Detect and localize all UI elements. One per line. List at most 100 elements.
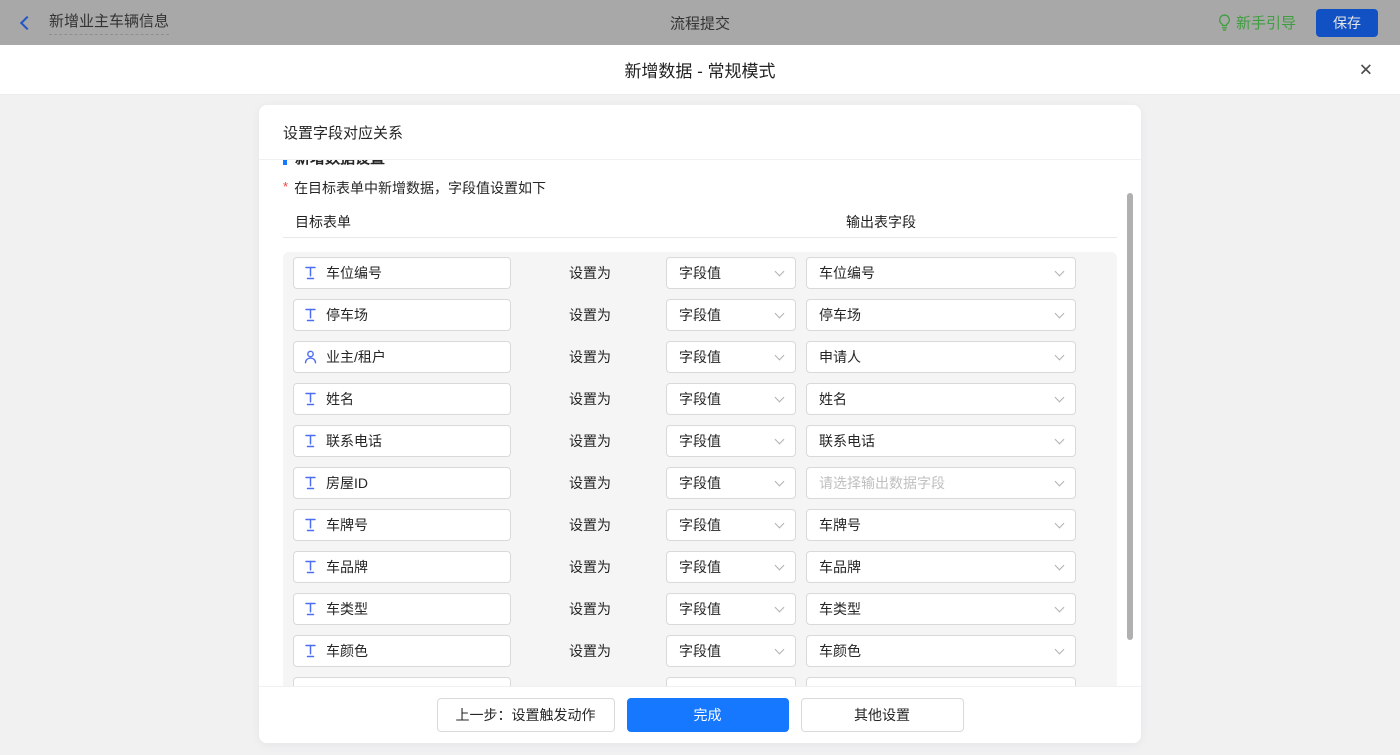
- output-field-value: 车品牌: [819, 557, 861, 577]
- field-mapping-row: 车位编号 设置为 字段值 车位编号: [293, 252, 1117, 294]
- value-type-value: 字段值: [679, 305, 721, 325]
- instruction-text: *在目标表单中新增数据，字段值设置如下: [283, 178, 1117, 198]
- done-button[interactable]: 完成: [627, 698, 789, 732]
- target-field-input[interactable]: 车位编号: [293, 257, 511, 289]
- set-as-label: 设置为: [569, 641, 613, 661]
- person-icon: [304, 350, 317, 364]
- panel-scroll-area: 新增数据设置 *在目标表单中新增数据，字段值设置如下 目标表单 输出表字段 车位…: [259, 160, 1141, 686]
- chevron-down-icon: [775, 644, 785, 654]
- output-field-select[interactable]: 车牌号: [806, 509, 1076, 541]
- output-field-select[interactable]: 车类型: [806, 593, 1076, 625]
- output-field-select[interactable]: 请选择输出数据字段: [806, 467, 1076, 499]
- value-type-value: 字段值: [679, 431, 721, 451]
- target-field-label: 姓名: [326, 389, 354, 409]
- chevron-down-icon: [775, 518, 785, 528]
- close-icon[interactable]: ✕: [1359, 61, 1373, 78]
- output-field-select[interactable]: [806, 677, 1076, 686]
- output-field-select[interactable]: 姓名: [806, 383, 1076, 415]
- set-as-label: 设置为: [569, 599, 613, 619]
- field-mapping-row: 车牌号 设置为 字段值 车牌号: [293, 504, 1117, 546]
- required-mark: *: [283, 179, 288, 194]
- target-field-input[interactable]: 姓名: [293, 383, 511, 415]
- target-field-input[interactable]: 业主/租户: [293, 341, 511, 373]
- field-mapping-row: 房屋ID 设置为 字段值 请选择输出数据字段: [293, 462, 1117, 504]
- target-field-input[interactable]: [293, 677, 511, 686]
- value-type-select[interactable]: 字段值: [666, 509, 796, 541]
- flow-title[interactable]: 新增业主车辆信息: [49, 10, 169, 35]
- target-field-label: 停车场: [326, 305, 368, 325]
- chevron-down-icon: [1055, 602, 1065, 612]
- target-field-input[interactable]: 车牌号: [293, 509, 511, 541]
- chevron-down-icon: [1055, 308, 1065, 318]
- value-type-value: 字段值: [679, 389, 721, 409]
- text-field-icon: [304, 644, 317, 658]
- output-field-value: 申请人: [819, 347, 861, 367]
- target-field-input[interactable]: 车品牌: [293, 551, 511, 583]
- output-field-select[interactable]: 联系电话: [806, 425, 1076, 457]
- target-field-input[interactable]: 车类型: [293, 593, 511, 625]
- value-type-select[interactable]: 字段值: [666, 383, 796, 415]
- value-type-select[interactable]: 字段值: [666, 257, 796, 289]
- chevron-down-icon: [775, 602, 785, 612]
- field-mapping-row: 车颜色 设置为 字段值 车颜色: [293, 630, 1117, 672]
- previous-step-button[interactable]: 上一步：设置触发动作: [437, 698, 615, 732]
- output-field-select[interactable]: 车位编号: [806, 257, 1076, 289]
- chevron-down-icon: [1055, 350, 1065, 360]
- output-field-value: 车类型: [819, 599, 861, 619]
- text-field-icon: [304, 602, 317, 616]
- chevron-down-icon: [1055, 518, 1065, 528]
- output-field-select[interactable]: 车品牌: [806, 551, 1076, 583]
- value-type-select[interactable]: [666, 677, 796, 686]
- other-settings-button[interactable]: 其他设置: [801, 698, 964, 732]
- back-icon[interactable]: [20, 15, 34, 29]
- output-field-select[interactable]: 申请人: [806, 341, 1076, 373]
- flow-type-label: 流程提交: [670, 12, 730, 33]
- text-field-icon: [304, 392, 317, 406]
- vertical-scrollbar[interactable]: [1127, 193, 1133, 640]
- value-type-select[interactable]: 字段值: [666, 551, 796, 583]
- field-mapping-row: [293, 672, 1117, 686]
- value-type-select[interactable]: 字段值: [666, 341, 796, 373]
- chevron-down-icon: [1055, 560, 1065, 570]
- set-as-label: 设置为: [569, 515, 613, 535]
- set-as-label: 设置为: [569, 431, 613, 451]
- set-as-label: 设置为: [569, 557, 613, 577]
- target-field-label: 车品牌: [326, 557, 368, 577]
- output-field-value: 姓名: [819, 389, 847, 409]
- target-field-input[interactable]: 停车场: [293, 299, 511, 331]
- column-header-target-form: 目标表单: [295, 212, 351, 232]
- value-type-select[interactable]: 字段值: [666, 425, 796, 457]
- chevron-down-icon: [775, 476, 785, 486]
- output-field-placeholder: 请选择输出数据字段: [819, 473, 945, 493]
- field-mapping-row: 车品牌 设置为 字段值 车品牌: [293, 546, 1117, 588]
- chevron-down-icon: [1055, 266, 1065, 276]
- target-field-input[interactable]: 车颜色: [293, 635, 511, 667]
- text-field-icon: [304, 518, 317, 532]
- text-field-icon: [304, 560, 317, 574]
- output-field-select[interactable]: 停车场: [806, 299, 1076, 331]
- target-field-input[interactable]: 联系电话: [293, 425, 511, 457]
- target-field-label: 车类型: [326, 599, 368, 619]
- field-mapping-row: 业主/租户 设置为 字段值 申请人: [293, 336, 1117, 378]
- panel-footer: 上一步：设置触发动作 完成 其他设置: [259, 686, 1141, 743]
- section-marker: [283, 160, 287, 165]
- value-type-select[interactable]: 字段值: [666, 593, 796, 625]
- value-type-select[interactable]: 字段值: [666, 299, 796, 331]
- target-field-label: 房屋ID: [326, 473, 368, 493]
- save-button[interactable]: 保存: [1316, 9, 1378, 37]
- output-field-select[interactable]: 车颜色: [806, 635, 1076, 667]
- text-field-icon: [304, 434, 317, 448]
- value-type-select[interactable]: 字段值: [666, 635, 796, 667]
- field-mapping-rows: 车位编号 设置为 字段值 车位编号 停车场 设置为 字段值 停车场: [283, 252, 1117, 686]
- target-field-input[interactable]: 房屋ID: [293, 467, 511, 499]
- value-type-value: 字段值: [679, 473, 721, 493]
- value-type-value: 字段值: [679, 599, 721, 619]
- set-as-label: 设置为: [569, 263, 613, 283]
- panel-title: 设置字段对应关系: [259, 105, 1141, 160]
- output-field-value: 联系电话: [819, 431, 875, 451]
- set-as-label: 设置为: [569, 473, 613, 493]
- lightbulb-icon: [1218, 14, 1231, 31]
- value-type-select[interactable]: 字段值: [666, 467, 796, 499]
- field-mapping-row: 联系电话 设置为 字段值 联系电话: [293, 420, 1117, 462]
- beginner-guide-link[interactable]: 新手引导: [1218, 12, 1296, 33]
